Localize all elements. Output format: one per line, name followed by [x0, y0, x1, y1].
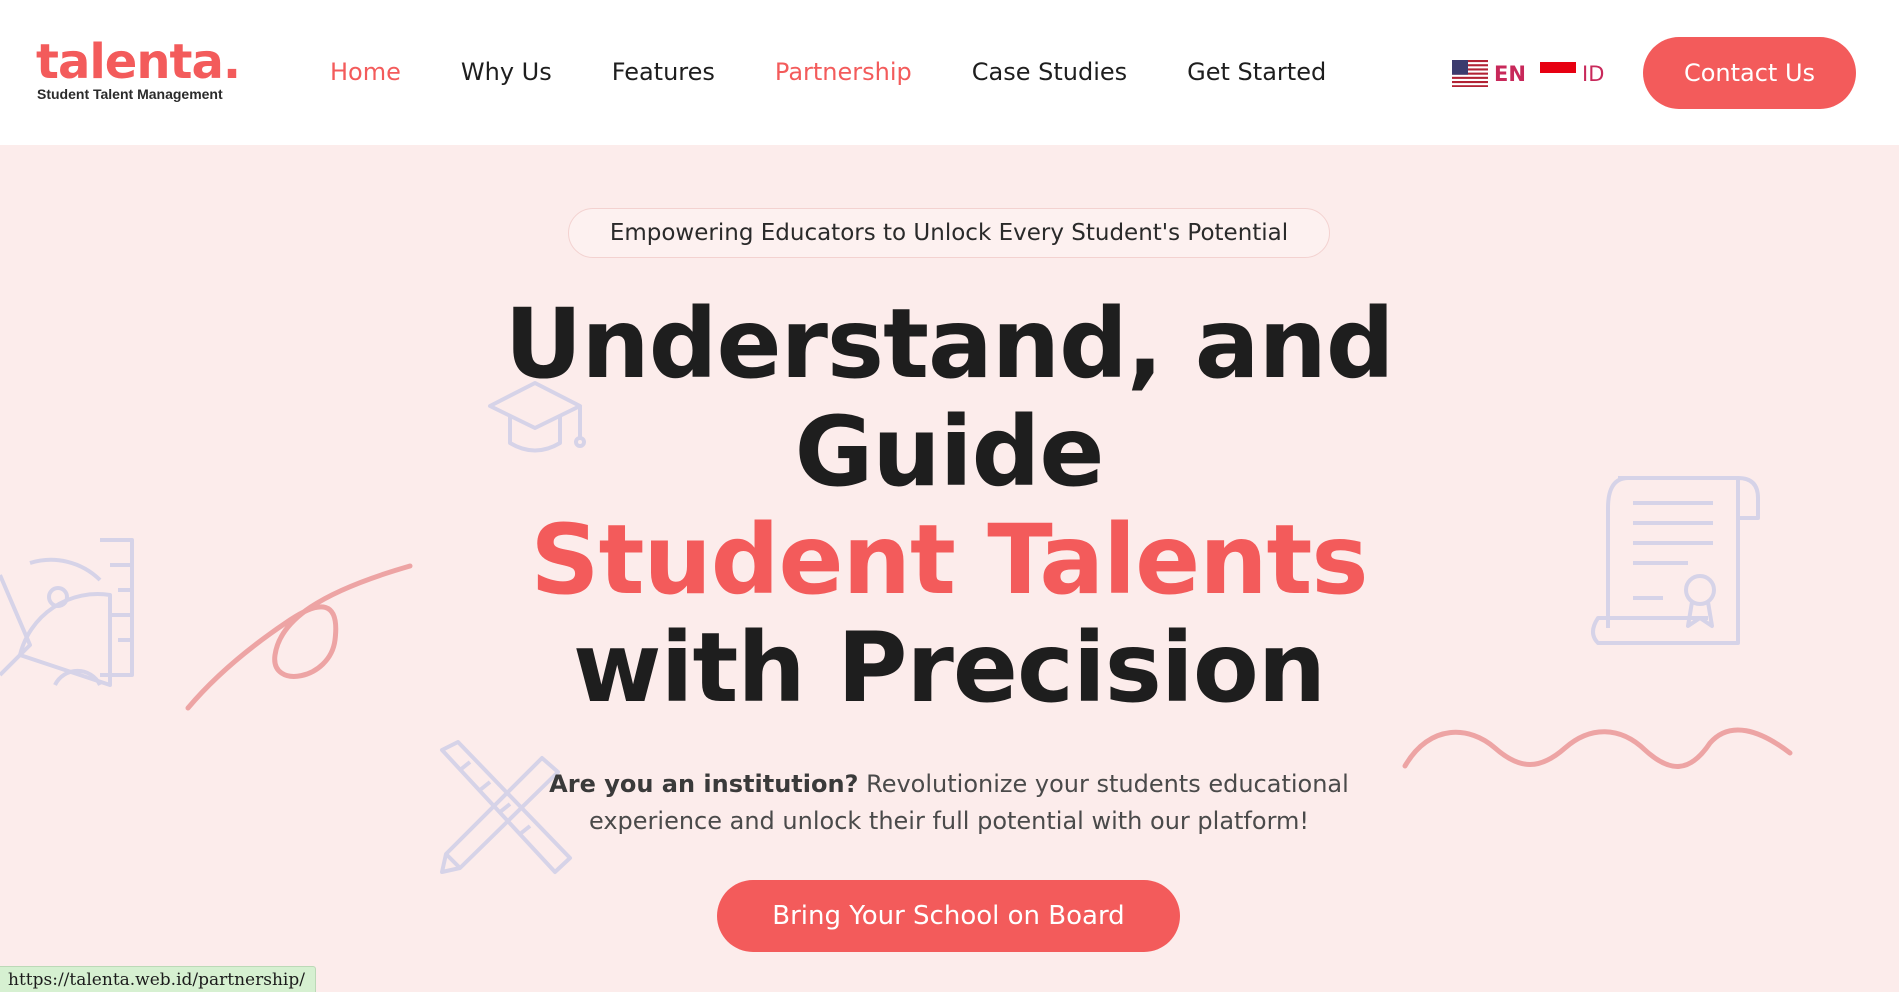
language-id-label: ID [1582, 61, 1605, 86]
squiggle-line [185, 563, 413, 711]
contact-us-button[interactable]: Contact Us [1643, 37, 1856, 109]
hero-subtext: Are you an institution? Revolutionize yo… [530, 766, 1368, 840]
nav-get-started[interactable]: Get Started [1187, 55, 1326, 89]
hero-subtext-bold: Are you an institution? [549, 770, 859, 798]
logo-tagline: Student Talent Management [37, 86, 223, 102]
nav-partnership[interactable]: Partnership [775, 55, 912, 89]
hero-pill-badge: Empowering Educators to Unlock Every Stu… [568, 208, 1330, 258]
language-en[interactable]: EN [1452, 60, 1526, 87]
us-flag-icon [1452, 60, 1488, 87]
language-en-label: EN [1494, 61, 1526, 86]
headline-line-1: Understand, and [504, 288, 1394, 400]
language-id[interactable]: ID [1540, 60, 1604, 87]
nav-case-studies[interactable]: Case Studies [972, 55, 1127, 89]
certificate-scroll-icon [1591, 476, 1760, 645]
headline-accent: Student Talents [530, 504, 1368, 616]
wave-line [1402, 727, 1793, 769]
logo-wordmark: talenta. [36, 34, 241, 90]
headline-line-4: with Precision [572, 612, 1326, 724]
protractor-ruler-icon [0, 538, 134, 687]
nav-why-us[interactable]: Why Us [461, 55, 552, 89]
bring-school-onboard-button[interactable]: Bring Your School on Board [717, 880, 1180, 952]
hero-headline: Understand, and Guide Student Talents wi… [420, 290, 1478, 722]
main-nav: Home Why Us Features Partnership Case St… [330, 55, 1386, 89]
logo[interactable]: talenta. Student Talent Management [36, 34, 241, 102]
site-header: talenta. Student Talent Management Home … [0, 0, 1899, 145]
nav-features[interactable]: Features [612, 55, 715, 89]
indonesia-flag-icon [1540, 60, 1576, 87]
status-bar-url: https://talenta.web.id/partnership/ [0, 966, 316, 992]
nav-home[interactable]: Home [330, 55, 401, 89]
headline-line-2: Guide [794, 396, 1105, 508]
